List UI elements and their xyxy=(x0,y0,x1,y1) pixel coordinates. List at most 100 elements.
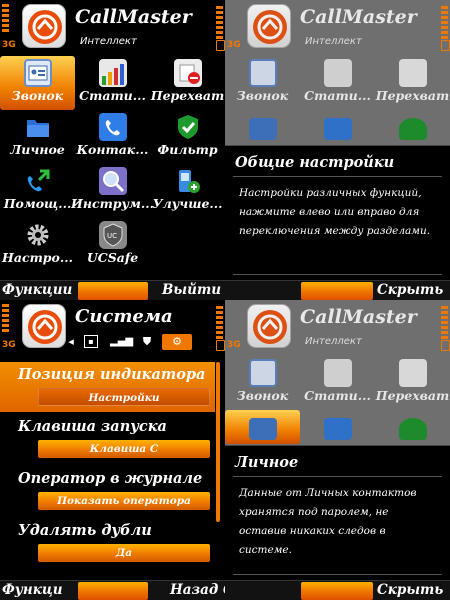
main-menu-pane: 3G CallMaster Интеллект Звонок Стати... … xyxy=(0,0,225,300)
tab-signal-icon[interactable]: ▂▄▆ xyxy=(110,334,133,350)
menu-item-label: Помощ... xyxy=(3,196,72,211)
menu-item-improvements[interactable]: Улучше... xyxy=(150,164,225,218)
menu-item-statistics[interactable]: Стати... xyxy=(300,356,375,410)
signal-strength-icon xyxy=(2,304,9,338)
menu-item-personal[interactable] xyxy=(225,410,300,444)
menu-item-personal[interactable]: Личное xyxy=(0,110,75,164)
panel-description: Настройки различных функций, нажмите вле… xyxy=(239,187,431,237)
menu-item-settings[interactable]: Настро... xyxy=(0,218,75,272)
menu-item-personal[interactable] xyxy=(225,110,300,144)
menu-item-statistics[interactable]: Стати... xyxy=(300,56,375,110)
menu-item-intercept[interactable]: Перехват xyxy=(150,56,225,110)
network-type-label: 3G xyxy=(2,40,16,50)
menu-item-label: Инструм... xyxy=(71,196,154,211)
phone-plus-icon xyxy=(174,167,202,195)
option-value[interactable]: Да xyxy=(38,544,210,562)
panel-title: Общие настройки xyxy=(235,154,395,171)
menu-item-statistics[interactable]: Стати... xyxy=(75,56,150,110)
gear-icon xyxy=(24,221,52,249)
option-label: Позиция индикатора xyxy=(18,366,206,383)
app-title: CallMaster xyxy=(75,6,192,28)
functions-softkey[interactable]: Функции xyxy=(2,282,72,298)
option-operator-in-log[interactable]: Оператор в журнале Показать оператора xyxy=(0,466,215,516)
shield-check-icon xyxy=(399,418,427,440)
general-settings-panel: Общие настройки Настройки различных функ… xyxy=(225,145,450,300)
phone-book-icon xyxy=(324,418,352,440)
tab-left-arrow-icon[interactable]: ◂ xyxy=(62,334,80,350)
menu-item-label: Перехват xyxy=(375,88,450,103)
menu-item-contacts[interactable] xyxy=(300,410,375,444)
softkey-bar: Функци Назад Ок xyxy=(0,580,225,600)
app-subtitle: Интеллект xyxy=(80,36,137,47)
menu-item-call[interactable]: Звонок xyxy=(225,356,300,410)
divider xyxy=(233,176,442,177)
tab-phone-icon[interactable]: ▪ xyxy=(84,335,98,348)
menu-item-contacts[interactable] xyxy=(300,110,375,144)
option-value[interactable]: Клавиша C xyxy=(38,440,210,458)
menu-item-label: Стати... xyxy=(304,88,371,103)
menu-item-intercept[interactable]: Перехват xyxy=(375,56,450,110)
contact-card-icon xyxy=(249,359,277,387)
menu-item-filter[interactable] xyxy=(375,410,450,444)
tab-gear-icon[interactable]: ⚙ xyxy=(162,334,192,350)
menu-item-label: Перехват xyxy=(375,388,450,403)
exit-ok-softkey[interactable]: Выйти Ок xyxy=(162,282,225,298)
hide-softkey[interactable]: Скрыть xyxy=(377,582,443,598)
signal-strength-icon xyxy=(2,4,9,38)
tab-shield-icon[interactable]: ⛊ xyxy=(138,334,156,350)
softkey-highlight xyxy=(78,582,148,600)
general-settings-pane: 3G CallMaster Интеллект Звонок Стати... … xyxy=(225,0,450,300)
statistics-chart-icon xyxy=(324,59,352,87)
callmaster-logo xyxy=(22,4,66,48)
personal-info-pane: 3G CallMaster Интеллект Звонок Стати... … xyxy=(225,300,450,600)
menu-item-label: Стати... xyxy=(304,388,371,403)
option-value[interactable]: Настройки xyxy=(38,388,210,406)
menu-item-label: UCSafe xyxy=(86,250,139,265)
statistics-chart-icon xyxy=(324,359,352,387)
back-ok-softkey[interactable]: Назад Ок xyxy=(170,582,225,598)
option-value[interactable]: Показать оператора xyxy=(38,492,210,510)
softkey-highlight xyxy=(301,582,373,600)
option-label: Клавиша запуска xyxy=(18,418,167,435)
section-tabs: ◂ ▪ ▂▄▆ ⛊ ⚙ xyxy=(62,334,220,352)
menu-item-label: Улучше... xyxy=(152,196,223,211)
option-label: Удалять дубли xyxy=(18,522,152,539)
battery-icon xyxy=(441,40,450,51)
menu-item-tools[interactable]: Инструм... xyxy=(71,164,154,218)
network-type-label: 3G xyxy=(227,40,241,50)
folder-icon xyxy=(249,418,277,440)
menu-item-ucsafe[interactable]: UC UCSafe xyxy=(75,218,150,272)
app-subtitle: Интеллект xyxy=(305,336,362,347)
softkey-bar: Функции Выйти Ок xyxy=(0,280,225,300)
option-launch-key[interactable]: Клавиша запуска Клавиша C xyxy=(0,414,215,464)
app-subtitle: Интеллект xyxy=(305,36,362,47)
app-header: 3G CallMaster Интеллект xyxy=(225,0,450,52)
menu-item-filter[interactable]: Фильтр xyxy=(150,110,225,164)
contact-card-icon xyxy=(24,59,52,87)
menu-item-intercept[interactable]: Перехват xyxy=(375,356,450,410)
network-type-label: 3G xyxy=(2,340,16,350)
scrollbar[interactable] xyxy=(216,362,220,522)
menu-item-call[interactable]: Звонок xyxy=(225,56,300,110)
app-header: 3G CallMaster Интеллект xyxy=(0,0,225,52)
menu-item-help[interactable]: Помощ... xyxy=(0,164,75,218)
statistics-chart-icon xyxy=(99,59,127,87)
option-indicator-position[interactable]: Позиция индикатора Настройки xyxy=(0,362,215,412)
option-remove-duplicates[interactable]: Удалять дубли Да xyxy=(0,518,215,568)
personal-panel: Личное Данные от Личных контактов хранят… xyxy=(225,445,450,600)
hide-softkey[interactable]: Скрыть xyxy=(377,282,443,298)
menu-item-label: Фильтр xyxy=(157,142,218,157)
phone-book-icon xyxy=(324,118,352,140)
callmaster-logo xyxy=(247,304,291,348)
magnifier-icon xyxy=(99,167,127,195)
callmaster-logo xyxy=(22,304,66,348)
network-type-label: 3G xyxy=(227,340,241,350)
phone-book-icon xyxy=(99,113,127,141)
menu-item-contacts[interactable]: Контак... xyxy=(75,110,150,164)
menu-item-call[interactable]: Звонок xyxy=(0,56,75,110)
menu-item-filter[interactable] xyxy=(375,110,450,144)
functions-softkey[interactable]: Функци xyxy=(2,582,63,598)
divider xyxy=(233,574,442,575)
menu-item-label: Звонок xyxy=(11,88,64,103)
blocked-phone-icon xyxy=(399,59,427,87)
